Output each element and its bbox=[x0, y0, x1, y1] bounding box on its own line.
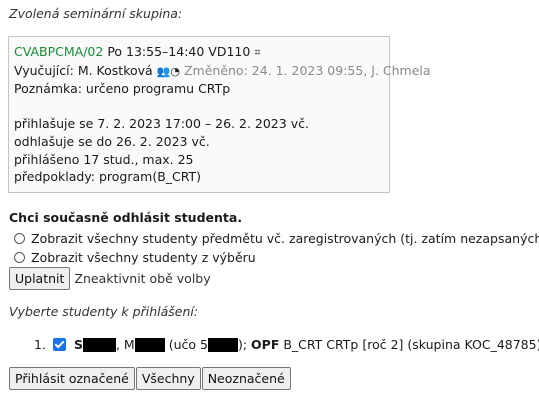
room-map-icon[interactable]: ⌗ bbox=[254, 46, 260, 59]
uco-prefix: (učo 5 bbox=[168, 337, 208, 352]
radio-row-from-selection[interactable]: Zobrazit všechny studenty z výběru bbox=[14, 250, 256, 265]
select-none-button[interactable]: Neoznačené bbox=[201, 367, 291, 390]
uco-suffix: ); bbox=[237, 337, 248, 352]
teacher-name: M. Kostková bbox=[77, 62, 153, 78]
unenroll-title: Chci současně odhlásit studenta. bbox=[9, 210, 243, 225]
apply-row: Uplatnit Zneaktivnit obě volby bbox=[9, 267, 211, 290]
changed-info: Změněno: 24. 1. 2023 09:55, J. Chmela bbox=[183, 62, 431, 78]
redaction-uco bbox=[207, 337, 238, 352]
student-checkbox[interactable] bbox=[52, 338, 66, 351]
teacher-schedule-icon[interactable]: 👥◔ bbox=[157, 65, 180, 78]
student-number: 1. bbox=[34, 337, 46, 352]
radio-all-students-label[interactable]: Zobrazit všechny studenty předmětu vč. z… bbox=[31, 231, 539, 246]
radio-from-selection[interactable] bbox=[14, 252, 25, 263]
group-code-link[interactable]: CVABPCMA/02 bbox=[14, 44, 103, 59]
teacher-label: Vyučující: bbox=[14, 62, 74, 78]
group-note: Poznámka: určeno programu CRTp bbox=[14, 81, 231, 97]
select-all-button[interactable]: Všechny bbox=[135, 367, 201, 390]
redaction-firstname bbox=[134, 337, 165, 352]
group-teacher-line: Vyučující: M. Kostková 👥◔ Změněno: 24. 1… bbox=[14, 62, 431, 81]
student-program: B_CRT CRTp [roč 2] (skupina KOC_48785) bbox=[283, 337, 539, 352]
enroll-period: přihlašuje se 7. 2. 2023 17:00 – 26. 2. … bbox=[14, 116, 309, 132]
enroll-selected-button[interactable]: Přihlásit označené bbox=[9, 367, 135, 390]
deactivate-options-link[interactable]: Zneaktivnit obě volby bbox=[74, 271, 210, 286]
student-row: 1. S, M (učo 5); OPF B_CRT CRTp [roč 2] … bbox=[34, 337, 539, 352]
unenroll-deadline: odhlašuje se do 26. 2. 2023 vč. bbox=[14, 133, 210, 149]
apply-button[interactable]: Uplatnit bbox=[9, 267, 71, 290]
bottom-buttons: Přihlásit označené Všechny Neoznačené bbox=[9, 367, 292, 390]
radio-row-all-students[interactable]: Zobrazit všechny studenty předmětu vč. z… bbox=[14, 231, 539, 246]
radio-all-students[interactable] bbox=[14, 233, 25, 244]
group-info-box: CVABPCMA/02 Po 13:55–14:40 VD110 ⌗ Vyuču… bbox=[8, 36, 431, 193]
student-faculty: OPF bbox=[251, 337, 280, 352]
redaction-surname bbox=[82, 337, 116, 352]
radio-from-selection-label[interactable]: Zobrazit všechny studenty z výběru bbox=[31, 250, 256, 265]
select-students-heading: Vyberte studenty k přihlášení: bbox=[9, 304, 199, 319]
group-schedule: Po 13:55–14:40 VD110 bbox=[107, 44, 251, 59]
enrolled-count: přihlášeno 17 stud., max. 25 bbox=[14, 151, 194, 167]
prerequisites: předpoklady: program(B_CRT) bbox=[14, 169, 202, 185]
student-first-initial: S bbox=[73, 337, 83, 352]
group-title-line: CVABPCMA/02 Po 13:55–14:40 VD110 ⌗ bbox=[14, 43, 389, 62]
student-second-initial: M bbox=[123, 337, 135, 352]
selected-group-heading: Zvolená seminární skupina: bbox=[9, 6, 183, 21]
name-comma: , bbox=[115, 337, 120, 352]
